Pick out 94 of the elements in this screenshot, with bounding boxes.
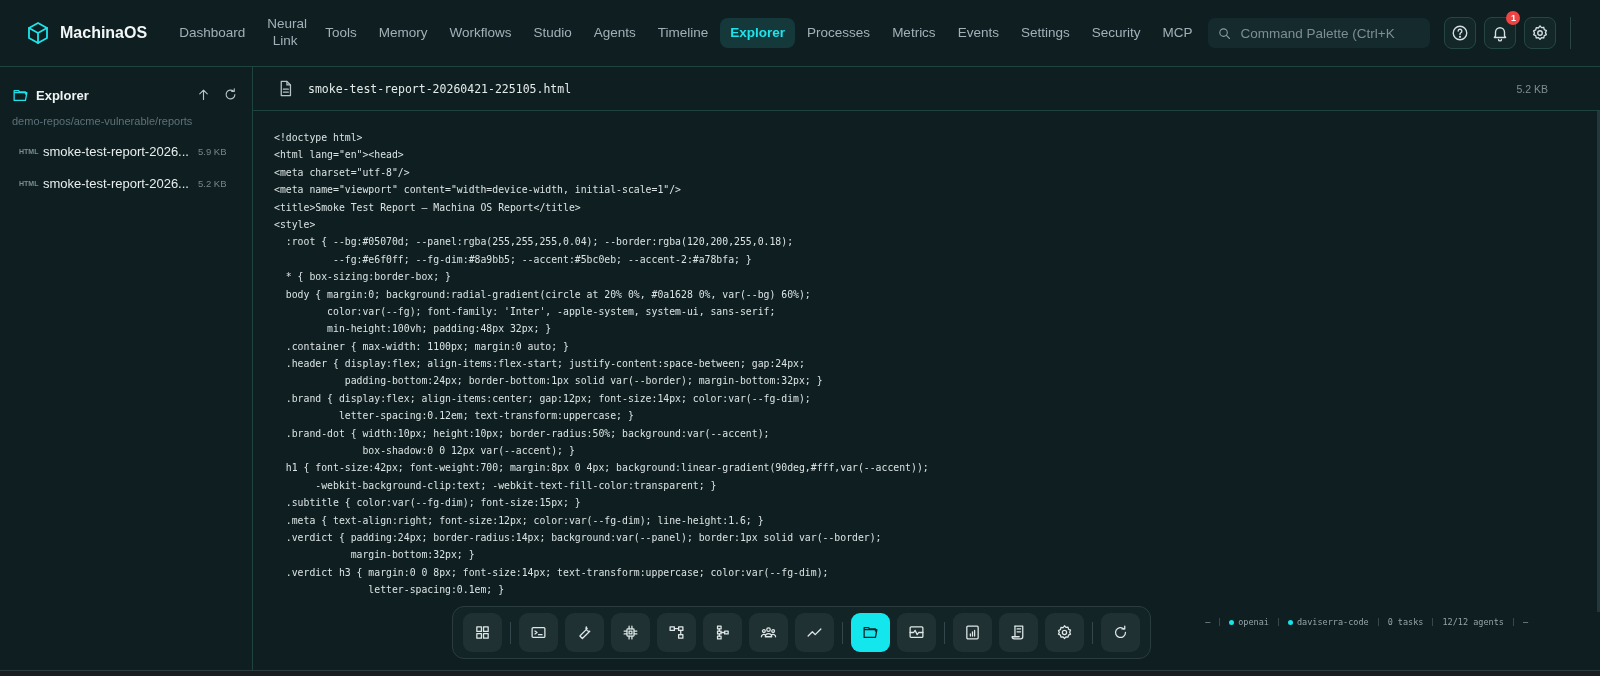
nav-tab[interactable]: Agents xyxy=(583,17,646,49)
code-line: .subtitle { color:var(--fg-dim); font-size:15px; } xyxy=(284,496,582,511)
settings-icon xyxy=(1056,624,1073,641)
file-title: smoke-test-report-20260421-225105.html xyxy=(308,81,573,96)
help-button[interactable] xyxy=(1444,17,1477,49)
nav-tab[interactable]: Timeline xyxy=(647,17,719,49)
nav-tab[interactable]: Settings xyxy=(1010,17,1080,49)
refresh-icon xyxy=(1112,624,1129,641)
file-name: smoke-test-report-2026... xyxy=(43,175,189,191)
dock-button[interactable] xyxy=(519,613,558,652)
code-line: <style> xyxy=(274,217,317,232)
nav-tab[interactable]: MCP xyxy=(1152,17,1203,49)
chip-icon xyxy=(622,624,639,641)
nav-tab[interactable]: Dashboard xyxy=(169,17,256,49)
file-size: 5.2 KB xyxy=(1516,82,1548,95)
code-line: <!doctype html> xyxy=(274,131,364,145)
dock-button[interactable] xyxy=(1101,613,1140,652)
status-label: — xyxy=(1522,617,1528,627)
dock-button[interactable] xyxy=(463,613,502,652)
file-size: 5.2 KB xyxy=(197,177,227,189)
code-line: <meta name="viewport" content="width=device-width, initial-scale=1"/> xyxy=(274,183,682,198)
code-line: min-height:100vh; padding:48px 32px; } xyxy=(326,322,553,337)
wrench-icon xyxy=(576,624,593,641)
code-line: body { margin:0; background:radial-gradient(circle at 20% 0%, #0a1628 0%, var(--bg) 60%); xyxy=(284,287,812,302)
folder-icon xyxy=(862,624,879,641)
nav-tab[interactable]: Studio xyxy=(523,17,582,49)
code-line: <html lang="en"><head> xyxy=(274,148,405,163)
code-line: h1 { font-size:42px; font-weight:700; margin:8px 0 4px; background:linear-gradient(90deg,#fff,var(--accent)); xyxy=(284,461,930,476)
code-line: letter-spacing:0.1em; } xyxy=(367,583,506,598)
dock-button[interactable] xyxy=(1045,613,1084,652)
code-line: padding-bottom:24px; border-bottom:1px solid var(--border); margin-bottom:32px; } xyxy=(343,374,824,389)
dock-button[interactable] xyxy=(611,613,650,652)
code-line: color:var(--fg); font-family: 'Inter', -apple-system, system-ui, sans-serif; xyxy=(326,304,777,319)
code-line: letter-spacing:0.12em; text-transform:uppercase; } xyxy=(337,409,635,424)
dock-button[interactable] xyxy=(749,613,788,652)
sidebar-title: Explorer xyxy=(36,87,89,103)
nav-tab[interactable]: Workflows xyxy=(439,17,522,49)
code-line: .brand-dot { width:10px; height:10px; border-radius:50%; background:var(--accent); xyxy=(284,426,771,441)
nav-tab[interactable]: Memory xyxy=(368,17,438,49)
code-line: .verdict { padding:24px; border-radius:14px; background:var(--panel); border:1px solid var(--border); xyxy=(284,531,883,545)
notifications-button[interactable] xyxy=(1484,17,1517,49)
dock-button[interactable] xyxy=(565,613,604,652)
monitor-pulse-icon xyxy=(908,624,925,641)
grid-icon xyxy=(474,624,491,641)
file-name: smoke-test-report-2026... xyxy=(43,143,189,159)
code-line: :root { --bg:#05070d; --panel:rgba(255,255,255,0.04); --border:rgba(120,200,255,0.18); xyxy=(284,235,795,250)
cube-icon xyxy=(26,21,50,45)
status-label: — xyxy=(1205,617,1211,627)
dock-button[interactable] xyxy=(851,613,890,652)
hierarchy-icon xyxy=(668,624,685,641)
help-icon xyxy=(1451,24,1470,42)
code-line: * { box-sizing:border-box; } xyxy=(284,270,452,285)
status-label: 12/12 agents xyxy=(1442,617,1504,627)
status-dot xyxy=(1287,619,1293,625)
command-palette-field[interactable]: Command Palette (Ctrl+K xyxy=(1208,18,1431,48)
code-line: <meta charset="utf-8"/> xyxy=(274,165,411,180)
code-line: -webkit-background-clip:text; -webkit-text-fill-color:transparent; } xyxy=(314,478,718,493)
code-line: margin-bottom:32px; } xyxy=(349,548,476,563)
terminal-icon xyxy=(530,624,547,641)
file-size: 5.9 KB xyxy=(197,145,227,157)
notification-count: 1 xyxy=(1506,11,1521,25)
dock-button[interactable] xyxy=(897,613,936,652)
nav-tab[interactable]: Security xyxy=(1081,17,1151,49)
dock-button[interactable] xyxy=(703,613,742,652)
code-line: .meta { text-align:right; font-size:12px; color:var(--fg-dim); line-height:1.6; } xyxy=(284,513,765,528)
code-line: .container { max-width: 1100px; margin:0 auto; } xyxy=(284,339,570,354)
search-icon xyxy=(1217,26,1233,41)
settings-button[interactable] xyxy=(1524,17,1557,49)
code-line: box-shadow:0 0 12px var(--accent); } xyxy=(361,444,576,459)
nav-tab[interactable]: Neural Link xyxy=(257,9,314,57)
code-line: <title>Smoke Test Report — Machina OS Report</title> xyxy=(274,200,582,215)
code-line: .brand { display:flex; align-items:center; gap:12px; font-size:14px; color:var(--fg-dim); xyxy=(284,391,812,406)
status-label: openai xyxy=(1238,617,1269,627)
tree-icon xyxy=(714,624,731,641)
chart-icon xyxy=(964,624,981,641)
folder-path: demo-repos/acme-vulnerable/reports xyxy=(11,114,194,129)
nav-tab[interactable]: Explorer xyxy=(720,17,796,49)
brand-name: MachinaOS xyxy=(60,24,148,42)
status-dot xyxy=(1229,619,1235,625)
dock-button[interactable] xyxy=(657,613,696,652)
nav-tab[interactable]: Events xyxy=(947,17,1009,49)
code-line: .header { display:flex; align-items:flex-start; justify-content:space-between; gap:24px; xyxy=(284,357,806,372)
dock-button[interactable] xyxy=(999,613,1038,652)
nav-tab[interactable]: Processes xyxy=(797,17,881,49)
code-line: --fg:#e6f0ff; --fg-dim:#8a9bb5; --accent:#5bc0eb; --accent-2:#a78bfa; } xyxy=(331,252,753,267)
refresh-icon xyxy=(222,87,238,102)
refresh-button[interactable] xyxy=(222,87,238,103)
settings-icon xyxy=(1531,24,1550,42)
code-line: .verdict h3 { margin:0 0 8px; font-size:14px; text-transform:uppercase; color:var(--fg-dim); xyxy=(284,565,830,580)
nav-tab[interactable]: Tools xyxy=(315,17,367,49)
nav-tab[interactable]: Metrics xyxy=(882,17,946,49)
status-label: daviserra-code xyxy=(1296,617,1369,627)
status-label: 0 tasks xyxy=(1387,617,1424,627)
dock-button[interactable] xyxy=(953,613,992,652)
